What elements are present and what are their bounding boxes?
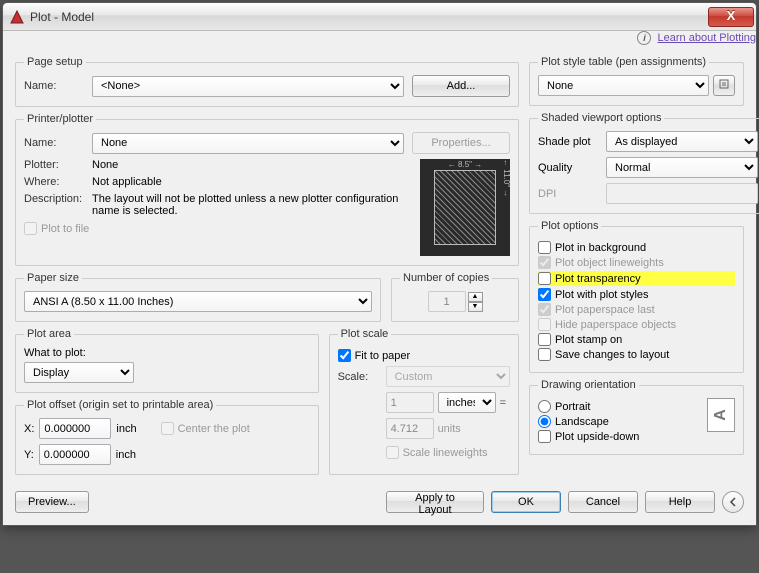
equals-label: = [496, 397, 510, 409]
info-icon: i [637, 31, 651, 45]
plot-offset-group: Plot offset (origin set to printable are… [15, 399, 319, 475]
printer-name-select[interactable]: None [92, 133, 404, 154]
hide-paperspace-checkbox[interactable]: Hide paperspace objects [538, 318, 735, 331]
dpi-input[interactable] [606, 183, 758, 204]
plot-dialog: Plot - Model X i Learn about Plotting Pa… [2, 2, 757, 526]
save-layout-checkbox[interactable]: Save changes to layout [538, 348, 735, 361]
plot-transparency-checkbox[interactable]: Plot transparency [538, 271, 735, 286]
help-button[interactable]: Help [645, 491, 715, 513]
desc-label: Description: [24, 193, 92, 205]
desc-value: The layout will not be plotted unless a … [92, 193, 412, 217]
plot-area-legend: Plot area [24, 328, 74, 340]
page-setup-legend: Page setup [24, 56, 86, 68]
scale-lineweights-checkbox[interactable]: Scale lineweights [386, 446, 488, 459]
printer-name-label: Name: [24, 137, 92, 149]
window-title: Plot - Model [30, 10, 708, 24]
copies-input[interactable] [428, 291, 466, 312]
ok-button[interactable]: OK [491, 491, 561, 513]
landscape-radio[interactable]: Landscape [538, 415, 701, 428]
paper-size-select[interactable]: ANSI A (8.50 x 11.00 Inches) [24, 291, 372, 312]
orientation-group: Drawing orientation Portrait Landscape P… [529, 379, 744, 455]
plot-style-edit-button[interactable] [713, 75, 735, 96]
where-label: Where: [24, 176, 92, 188]
plot-offset-legend: Plot offset (origin set to printable are… [24, 399, 216, 411]
collapse-button[interactable] [722, 491, 744, 513]
page-name-label: Name: [24, 80, 92, 92]
add-page-setup-button[interactable]: Add... [412, 75, 510, 97]
scale-unit-select[interactable]: inches [438, 392, 496, 413]
scale-label: Scale: [338, 371, 386, 383]
close-button[interactable]: X [708, 7, 754, 27]
preview-button[interactable]: Preview... [15, 491, 89, 513]
paper-size-legend: Paper size [24, 272, 82, 284]
orientation-icon: A [707, 398, 735, 432]
scale-select[interactable]: Custom [386, 366, 510, 387]
plot-stamp-checkbox[interactable]: Plot stamp on [538, 333, 735, 346]
y-label: Y: [24, 449, 34, 461]
plot-area-group: Plot area What to plot: Display [15, 328, 319, 393]
scale-units-input[interactable] [386, 418, 434, 439]
what-to-plot-select[interactable]: Display [24, 362, 134, 383]
paper-preview: ← 8.5" → ← 11.0" → [420, 159, 510, 256]
units-label: units [438, 423, 461, 435]
x-label: X: [24, 423, 34, 435]
plot-lineweights-checkbox[interactable]: Plot object lineweights [538, 256, 735, 269]
plot-scale-legend: Plot scale [338, 328, 392, 340]
titlebar[interactable]: Plot - Model X [3, 3, 756, 31]
shaded-legend: Shaded viewport options [538, 112, 664, 124]
copies-group: Number of copies ▲▼ [391, 272, 519, 322]
what-to-plot-label: What to plot: [24, 347, 310, 359]
plot-options-legend: Plot options [538, 220, 601, 232]
dpi-label: DPI [538, 188, 606, 200]
fit-to-paper-checkbox[interactable]: Fit to paper [338, 349, 510, 362]
shade-plot-label: Shade plot [538, 136, 606, 148]
where-value: Not applicable [92, 176, 162, 188]
x-input[interactable] [39, 418, 111, 439]
plot-with-styles-checkbox[interactable]: Plot with plot styles [538, 288, 735, 301]
plot-options-group: Plot options Plot in background Plot obj… [529, 220, 744, 373]
learn-about-plotting-link[interactable]: Learn about Plotting [658, 32, 756, 44]
copies-spinner[interactable]: ▲▼ [468, 292, 483, 312]
paper-size-group: Paper size ANSI A (8.50 x 11.00 Inches) [15, 272, 381, 322]
plotter-label: Plotter: [24, 159, 92, 171]
cancel-button[interactable]: Cancel [568, 491, 638, 513]
printer-plotter-group: Printer/plotter Name: None Properties...… [15, 113, 519, 266]
app-icon [9, 9, 25, 25]
shade-plot-select[interactable]: As displayed [606, 131, 758, 152]
plot-to-file-checkbox[interactable]: Plot to file [24, 222, 412, 235]
portrait-radio[interactable]: Portrait [538, 400, 701, 413]
scale-num-input[interactable] [386, 392, 434, 413]
shaded-viewport-group: Shaded viewport options Shade plotAs dis… [529, 112, 759, 214]
quality-label: Quality [538, 162, 606, 174]
y-unit: inch [116, 449, 136, 461]
page-name-select[interactable]: <None> [92, 76, 404, 97]
x-unit: inch [116, 423, 136, 435]
quality-select[interactable]: Normal [606, 157, 758, 178]
y-input[interactable] [39, 444, 111, 465]
plot-background-checkbox[interactable]: Plot in background [538, 241, 735, 254]
orientation-legend: Drawing orientation [538, 379, 639, 391]
upside-down-checkbox[interactable]: Plot upside-down [538, 430, 701, 443]
plot-scale-group: Plot scale Fit to paper Scale: Custom in… [329, 328, 519, 475]
plot-style-table-group: Plot style table (pen assignments) None [529, 56, 744, 106]
plot-paperspace-last-checkbox[interactable]: Plot paperspace last [538, 303, 735, 316]
printer-properties-button[interactable]: Properties... [412, 132, 510, 154]
apply-to-layout-button[interactable]: Apply to Layout [386, 491, 484, 513]
printer-legend: Printer/plotter [24, 113, 96, 125]
center-plot-checkbox[interactable]: Center the plot [161, 422, 250, 435]
plot-style-legend: Plot style table (pen assignments) [538, 56, 709, 68]
plot-style-select[interactable]: None [538, 75, 709, 96]
plotter-value: None [92, 159, 118, 171]
copies-legend: Number of copies [400, 272, 492, 284]
page-setup-group: Page setup Name: <None> Add... [15, 56, 519, 107]
